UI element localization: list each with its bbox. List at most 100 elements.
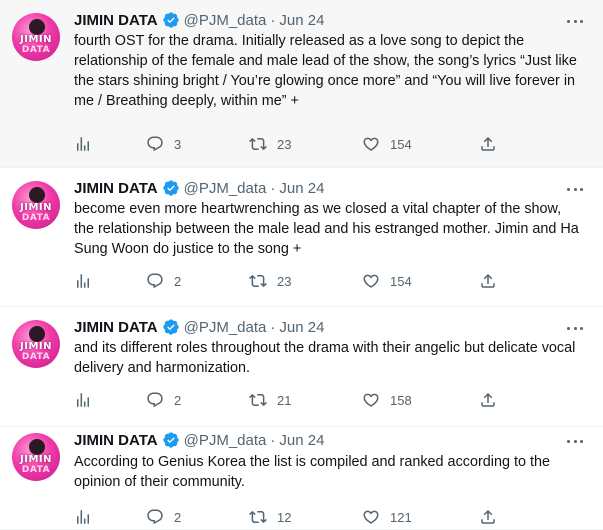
avatar-logo-text: DATA [21, 213, 51, 223]
views-icon [77, 137, 89, 151]
author-handle[interactable]: @PJM_data [184, 12, 267, 29]
retweet-icon [249, 393, 267, 407]
author-name[interactable]: JIMIN DATA [74, 432, 158, 449]
separator-dot: · [270, 179, 276, 197]
views-icon [77, 393, 89, 407]
like-icon [363, 137, 379, 151]
avatar[interactable]: JIMIN DATA [12, 433, 60, 481]
tweet-date[interactable]: Jun 24 [279, 432, 324, 449]
tweet-date[interactable]: Jun 24 [279, 180, 324, 197]
reply-button[interactable]: 3 [146, 134, 181, 154]
reply-count: 2 [174, 509, 182, 525]
views-button[interactable] [74, 507, 92, 527]
reply-count: 3 [174, 136, 182, 152]
avatar[interactable]: JIMIN DATA [12, 13, 60, 61]
avatar-logo-text: DATA [21, 45, 51, 55]
like-button[interactable]: 154 [362, 134, 412, 154]
author-name[interactable]: JIMIN DATA [74, 12, 158, 29]
author-name[interactable]: JIMIN DATA [74, 180, 158, 197]
share-icon [481, 392, 495, 407]
reply-icon [147, 392, 163, 408]
retweet-icon [249, 510, 267, 524]
avatar-photo [29, 326, 45, 342]
like-button[interactable]: 154 [362, 271, 412, 291]
avatar-logo-text: JIMIN [20, 202, 52, 213]
tweet-header: JIMIN DATA @PJM_data · Jun 24 [74, 178, 324, 198]
author-handle[interactable]: @PJM_data [184, 319, 267, 336]
more-icon[interactable] [567, 321, 583, 335]
retweet-button[interactable]: 21 [249, 390, 291, 410]
tweet-actions: 2 23 154 [74, 271, 504, 291]
tweet-actions: 3 23 154 [74, 134, 504, 154]
tweet-header: JIMIN DATA @PJM_data · Jun 24 [74, 317, 324, 337]
separator-dot: · [270, 431, 276, 449]
like-count: 158 [390, 392, 412, 408]
avatar[interactable]: JIMIN DATA [12, 181, 60, 229]
reply-button[interactable]: 2 [146, 507, 181, 527]
reply-button[interactable]: 2 [146, 390, 181, 410]
avatar-photo [29, 19, 45, 35]
share-button[interactable] [479, 271, 497, 291]
avatar-photo [29, 439, 45, 455]
retweet-count: 23 [277, 136, 292, 152]
tweet[interactable]: JIMIN DATA JIMIN DATA @PJM_data · Jun 24… [0, 168, 603, 307]
like-count: 154 [390, 136, 412, 152]
retweet-button[interactable]: 23 [249, 271, 291, 291]
retweet-count: 12 [277, 509, 292, 525]
verified-badge-icon [162, 180, 179, 196]
retweet-button[interactable]: 23 [249, 134, 291, 154]
tweet[interactable]: JIMIN DATA JIMIN DATA @PJM_data · Jun 24… [0, 0, 603, 168]
tweet-text: fourth OST for the drama. Initially rele… [74, 33, 577, 109]
avatar-logo-text: JIMIN [20, 454, 52, 465]
separator-dot: · [270, 11, 276, 29]
reply-icon [147, 136, 163, 152]
like-icon [363, 510, 379, 524]
reply-button[interactable]: 2 [146, 271, 181, 291]
retweet-button[interactable]: 12 [249, 507, 291, 527]
reply-icon [147, 509, 163, 525]
reply-count: 2 [174, 392, 182, 408]
like-count: 121 [390, 509, 412, 525]
tweet-text: and its different roles throughout the d… [74, 340, 576, 376]
views-button[interactable] [74, 271, 92, 291]
share-icon [481, 509, 495, 524]
more-icon[interactable] [567, 434, 583, 448]
share-button[interactable] [479, 390, 497, 410]
more-icon[interactable] [567, 14, 583, 28]
tweet[interactable]: JIMIN DATA JIMIN DATA @PJM_data · Jun 24… [0, 427, 603, 530]
tweet-header: JIMIN DATA @PJM_data · Jun 24 [74, 430, 324, 450]
author-handle[interactable]: @PJM_data [184, 180, 267, 197]
avatar-logo-text: JIMIN [20, 34, 52, 45]
retweet-count: 21 [277, 392, 292, 408]
views-icon [77, 510, 89, 524]
like-count: 154 [390, 273, 412, 289]
tweet-text: According to Genius Korea the list is co… [74, 454, 550, 490]
share-button[interactable] [479, 134, 497, 154]
views-button[interactable] [74, 390, 92, 410]
retweet-icon [249, 274, 267, 288]
verified-badge-icon [162, 12, 179, 28]
verified-badge-icon [162, 432, 179, 448]
views-icon [77, 274, 89, 288]
share-icon [481, 273, 495, 288]
author-handle[interactable]: @PJM_data [184, 432, 267, 449]
like-button[interactable]: 121 [362, 507, 412, 527]
verified-badge-icon [162, 319, 179, 335]
share-button[interactable] [479, 507, 497, 527]
author-name[interactable]: JIMIN DATA [74, 319, 158, 336]
tweet-date[interactable]: Jun 24 [279, 12, 324, 29]
more-icon[interactable] [567, 182, 583, 196]
like-icon [363, 274, 379, 288]
like-button[interactable]: 158 [362, 390, 412, 410]
tweet[interactable]: JIMIN DATA JIMIN DATA @PJM_data · Jun 24… [0, 307, 603, 427]
avatar[interactable]: JIMIN DATA [12, 320, 60, 368]
retweet-count: 23 [277, 273, 292, 289]
tweet-header: JIMIN DATA @PJM_data · Jun 24 [74, 10, 324, 30]
avatar-logo-text: DATA [21, 465, 51, 475]
reply-count: 2 [174, 273, 182, 289]
views-button[interactable] [74, 134, 92, 154]
separator-dot: · [270, 318, 276, 336]
tweet-date[interactable]: Jun 24 [279, 319, 324, 336]
share-icon [481, 136, 495, 151]
avatar-logo-text: JIMIN [20, 341, 52, 352]
